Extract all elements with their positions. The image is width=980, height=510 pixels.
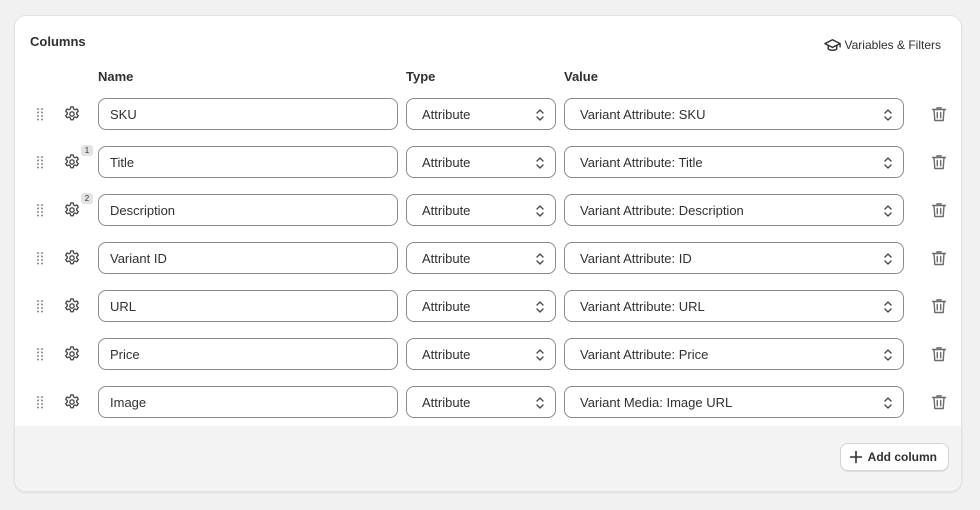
- column-value-select[interactable]: Variant Attribute: SKU: [564, 98, 904, 130]
- chevron-up-down-icon: [883, 252, 893, 266]
- card-title: Columns: [30, 34, 86, 49]
- column-row: Variant ID Attribute Variant Attribute: ID: [15, 242, 961, 276]
- column-row: Price Attribute Variant Attribute: Price: [15, 338, 961, 372]
- column-name-input[interactable]: Variant ID: [98, 242, 398, 274]
- trash-icon[interactable]: [930, 105, 948, 123]
- column-value-text: Variant Attribute: Price: [580, 346, 709, 362]
- drag-handle-icon[interactable]: [33, 154, 47, 172]
- drag-handle-icon[interactable]: [33, 250, 47, 268]
- column-value-text: Variant Attribute: ID: [580, 250, 692, 266]
- column-name-input[interactable]: Image: [98, 386, 398, 418]
- column-type-select[interactable]: Attribute: [406, 242, 556, 274]
- chevron-up-down-icon: [883, 396, 893, 410]
- column-type-value: Attribute: [422, 394, 471, 410]
- gear-icon[interactable]: [63, 153, 83, 173]
- card-footer: Add column: [15, 426, 961, 491]
- trash-icon[interactable]: [930, 153, 948, 171]
- column-value-select[interactable]: Variant Attribute: Description: [564, 194, 904, 226]
- add-column-button[interactable]: Add column: [839, 443, 949, 471]
- column-value-select[interactable]: Variant Media: Image URL: [564, 386, 904, 418]
- gear-icon[interactable]: [63, 105, 83, 125]
- gear-icon[interactable]: [63, 297, 83, 317]
- column-type-value: Attribute: [422, 250, 471, 266]
- chevron-up-down-icon: [883, 108, 893, 122]
- trash-icon[interactable]: [930, 249, 948, 267]
- chevron-up-down-icon: [535, 300, 545, 314]
- column-value-select[interactable]: Variant Attribute: Title: [564, 146, 904, 178]
- column-type-value: Attribute: [422, 106, 471, 122]
- column-type-select[interactable]: Attribute: [406, 98, 556, 130]
- columns-card: Columns Variables & Filters Name Type Va…: [14, 15, 962, 492]
- gear-icon[interactable]: [63, 249, 83, 269]
- column-value-text: Variant Attribute: Title: [580, 154, 703, 170]
- chevron-up-down-icon: [535, 204, 545, 218]
- column-name-input[interactable]: Price: [98, 338, 398, 370]
- trash-icon[interactable]: [930, 297, 948, 315]
- gear-icon[interactable]: [63, 393, 83, 413]
- gear-icon[interactable]: [63, 201, 83, 221]
- column-type-select[interactable]: Attribute: [406, 338, 556, 370]
- chevron-up-down-icon: [535, 108, 545, 122]
- drag-handle-icon[interactable]: [33, 202, 47, 220]
- variables-filters-label: Variables & Filters: [844, 38, 941, 52]
- column-value-text: Variant Attribute: SKU: [580, 106, 706, 122]
- chevron-up-down-icon: [535, 396, 545, 410]
- column-type-select[interactable]: Attribute: [406, 386, 556, 418]
- add-column-label: Add column: [867, 450, 937, 464]
- graduation-cap-icon: [823, 38, 841, 51]
- chevron-up-down-icon: [535, 156, 545, 170]
- trash-icon[interactable]: [930, 201, 948, 219]
- header-name: Name: [98, 69, 134, 84]
- chevron-up-down-icon: [883, 300, 893, 314]
- column-value-select[interactable]: Variant Attribute: Price: [564, 338, 904, 370]
- column-type-value: Attribute: [422, 346, 471, 362]
- column-row: 2 Description Attribute Variant Attribute: …: [15, 193, 961, 228]
- variables-filters-button[interactable]: Variables & Filters: [819, 34, 945, 56]
- chevron-up-down-icon: [883, 156, 893, 170]
- header-value: Value: [564, 69, 598, 84]
- trash-icon[interactable]: [930, 393, 948, 411]
- drag-handle-icon[interactable]: [33, 106, 47, 124]
- column-type-value: Attribute: [422, 298, 471, 314]
- chevron-up-down-icon: [883, 204, 893, 218]
- chevron-up-down-icon: [535, 252, 545, 266]
- column-row: SKU Attribute Variant Attribute: SKU: [15, 98, 961, 132]
- column-value-text: Variant Media: Image URL: [580, 394, 733, 410]
- column-row: 1 Title Attribute Variant Attribute: Title: [15, 145, 961, 180]
- column-name-input[interactable]: SKU: [98, 98, 398, 130]
- chevron-up-down-icon: [883, 348, 893, 362]
- column-row: URL Attribute Variant Attribute: URL: [15, 290, 961, 324]
- settings-count-badge: 1: [81, 145, 93, 156]
- column-value-text: Variant Attribute: Description: [580, 202, 744, 218]
- trash-icon[interactable]: [930, 345, 948, 363]
- drag-handle-icon[interactable]: [33, 298, 47, 316]
- column-value-select[interactable]: Variant Attribute: ID: [564, 242, 904, 274]
- column-type-select[interactable]: Attribute: [406, 194, 556, 226]
- drag-handle-icon[interactable]: [33, 346, 47, 364]
- settings-count-badge: 2: [81, 193, 93, 204]
- chevron-up-down-icon: [535, 348, 545, 362]
- column-type-value: Attribute: [422, 202, 471, 218]
- column-type-value: Attribute: [422, 154, 471, 170]
- column-name-input[interactable]: URL: [98, 290, 398, 322]
- plus-icon: [849, 450, 862, 464]
- column-type-select[interactable]: Attribute: [406, 146, 556, 178]
- column-name-input[interactable]: Description: [98, 194, 398, 226]
- drag-handle-icon[interactable]: [33, 394, 47, 412]
- column-type-select[interactable]: Attribute: [406, 290, 556, 322]
- gear-icon[interactable]: [63, 345, 83, 365]
- column-value-select[interactable]: Variant Attribute: URL: [564, 290, 904, 322]
- column-row: Image Attribute Variant Media: Image URL: [15, 386, 961, 420]
- header-type: Type: [406, 69, 436, 84]
- column-name-input[interactable]: Title: [98, 146, 398, 178]
- column-value-text: Variant Attribute: URL: [580, 298, 705, 314]
